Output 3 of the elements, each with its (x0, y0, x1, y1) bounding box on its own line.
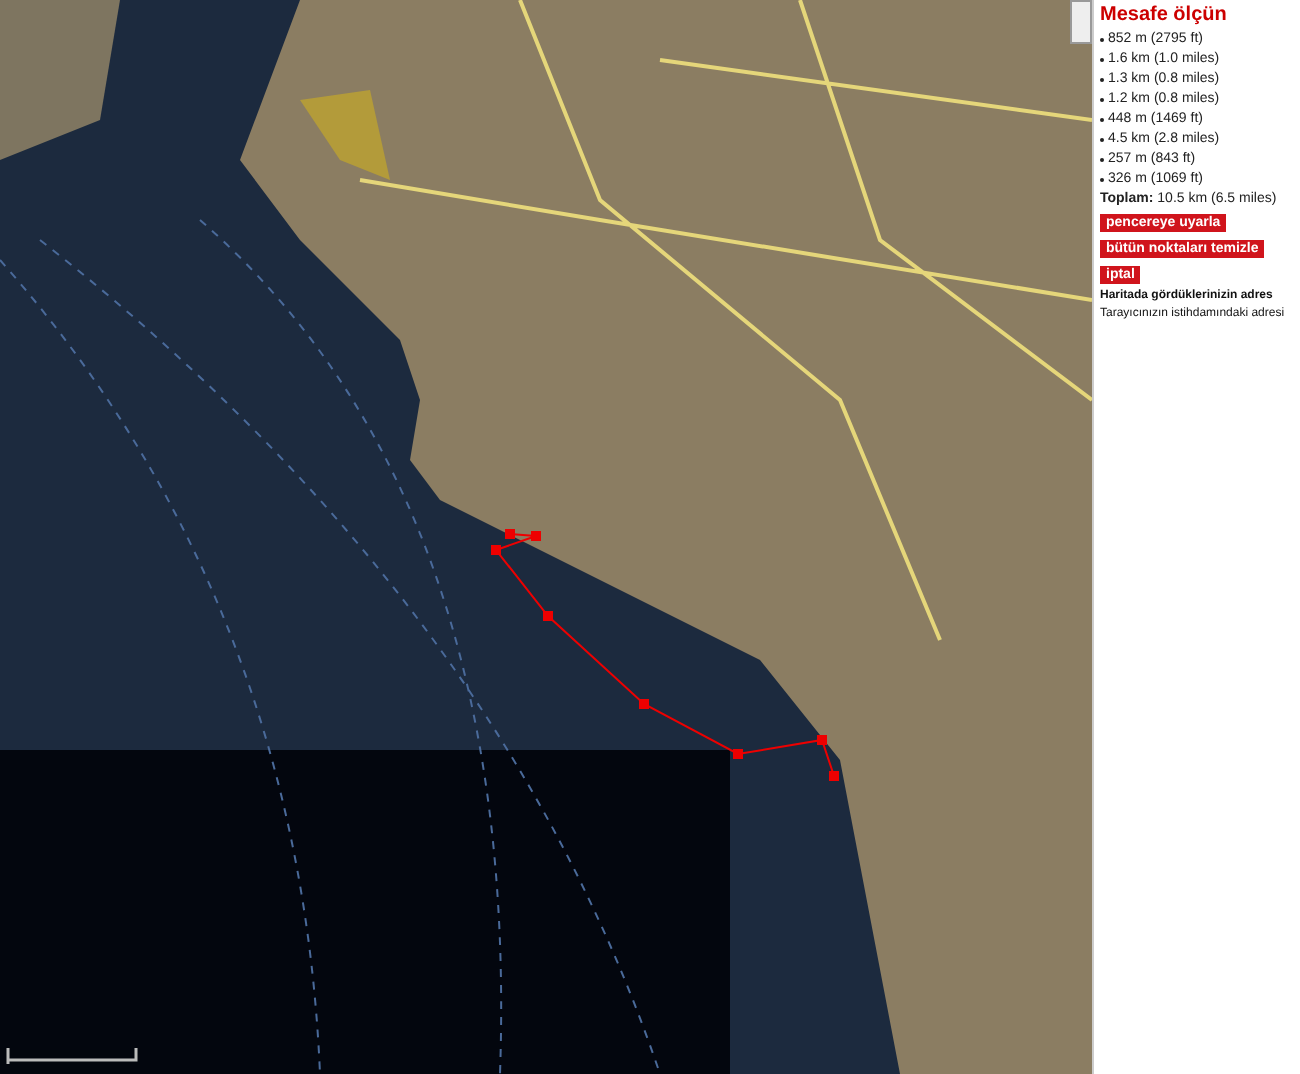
panel-title: Mesafe ölçün (1100, 4, 1229, 26)
satellite-map-drawing[interactable] (0, 0, 1092, 1074)
panel-toggle-icon[interactable] (1070, 0, 1092, 44)
